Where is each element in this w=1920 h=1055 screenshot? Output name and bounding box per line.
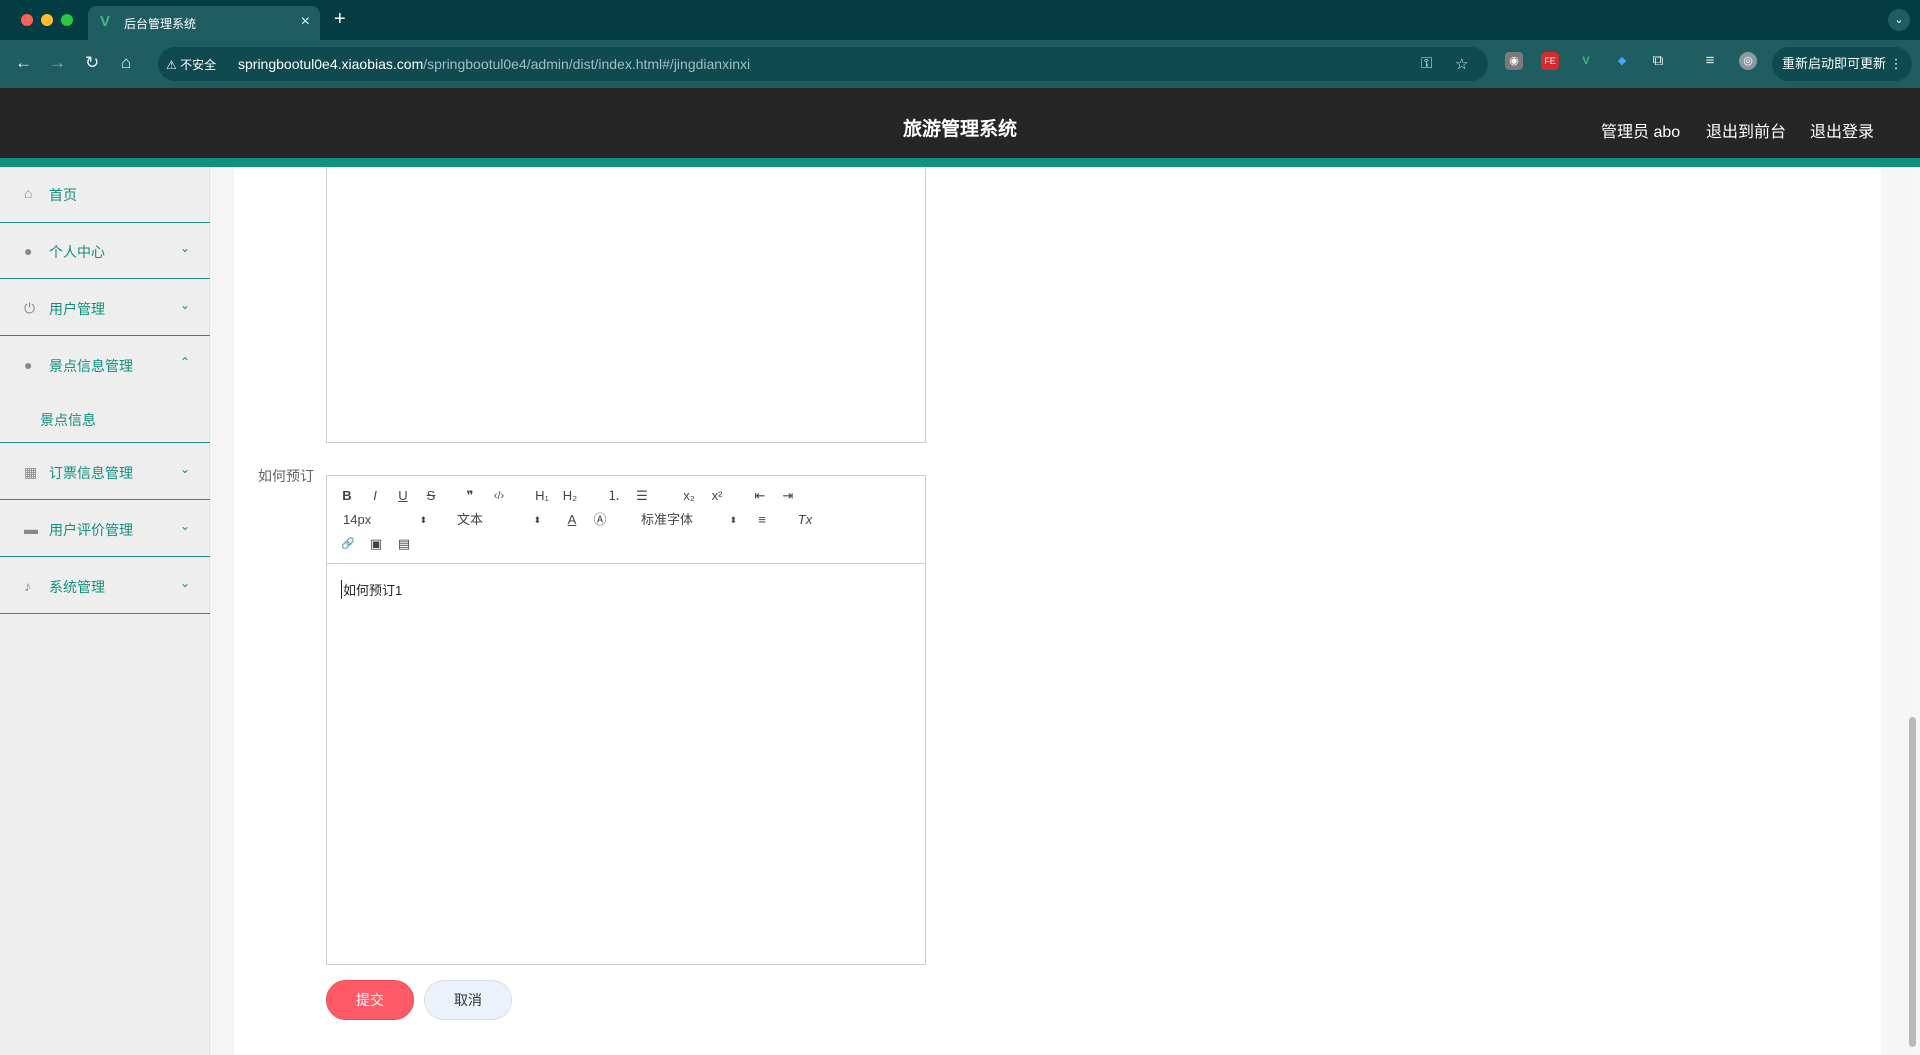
indent-icon[interactable]: ⇥ [779,487,797,505]
italic-icon[interactable]: I [367,487,383,505]
sidebar-item-review-management[interactable]: ▬ 用户评价管理 ⌄ [0,501,210,557]
user-icon: ● [24,243,33,259]
close-window-button[interactable] [21,14,33,26]
forward-icon[interactable]: → [49,53,66,73]
outdent-icon[interactable]: ⇤ [751,487,769,505]
page-scrollbar[interactable] [1905,167,1920,1055]
minimize-window-button[interactable] [41,14,53,26]
sidebar-item-label: 个人中心 [49,244,105,260]
home-icon: ⌂ [24,185,33,201]
sidebar-item-label: 系统管理 [49,579,105,595]
app-header: 旅游管理系统 管理员 abo 退出到前台 退出登录 [0,88,1920,167]
chevron-down-icon: ⌄ [179,519,190,533]
url-text[interactable]: springbootul0e4.xiaobias.com/springbootu… [238,56,750,72]
vue-devtools-icon[interactable]: V [1577,52,1595,70]
tab-search-icon[interactable]: ⌄ [1888,9,1910,31]
heading-2-icon[interactable]: H₂ [559,487,581,505]
admin-user-label: 管理员 abo [1601,124,1681,141]
blockquote-icon[interactable]: ❞ [461,487,479,505]
sidebar-item-profile[interactable]: ● 个人中心 ⌄ [0,223,210,279]
booking-field-label: 如何预订 [258,468,314,484]
font-family-select[interactable]: 标准字体 ⬍ [641,511,737,529]
fe-extension-icon[interactable]: FE [1541,52,1559,70]
bullet-list-icon[interactable]: ☰ [633,487,651,505]
chevron-down-icon: ⌄ [179,241,190,255]
bookmark-star-icon[interactable]: ☆ [1455,55,1468,73]
image-icon[interactable]: ▣ [367,535,385,553]
font-color-icon[interactable]: A [563,511,581,529]
chevron-down-icon: ⌄ [179,462,190,476]
tab-title: 后台管理系统 [124,17,197,31]
sidebar-item-label: 首页 [49,187,77,203]
sidebar-item-label: 订票信息管理 [49,465,133,481]
browser-toolbar: ← → ↻ ⌂ ⚠ 不安全 springbootul0e4.xiaobias.c… [0,40,1920,88]
new-tab-icon[interactable]: + [334,9,346,29]
sidebar-item-label: 用户评价管理 [49,522,133,538]
cancel-button[interactable]: 取消 [424,980,512,1020]
sidebar-subitem-label: 景点信息 [40,412,96,428]
chevron-down-icon: ⌄ [179,576,190,590]
video-icon[interactable]: ▤ [395,535,413,553]
chevron-down-icon: ⌄ [179,298,190,312]
sidebar-item-system-management[interactable]: ♪ 系统管理 ⌄ [0,558,210,614]
scrollbar-thumb[interactable] [1909,717,1916,1047]
user-icon: ● [24,357,33,373]
logout-link[interactable]: 退出登录 [1810,118,1874,142]
back-to-frontend-link[interactable]: 退出到前台 [1706,118,1786,142]
tab-close-icon[interactable]: × [301,13,310,31]
sidebar-item-users[interactable]: ⏻ 用户管理 ⌄ [0,280,210,336]
code-block-icon[interactable]: ‹/› [489,487,509,505]
superscript-icon[interactable]: x² [707,487,727,505]
subscript-icon[interactable]: x₂ [679,487,699,505]
vue-favicon-icon: V [100,13,111,30]
editor-toolbar: B I U S ❞ ‹/› H₁ H₂ ⒈ ☰ x₂ x² ⇤ ⇥ 14px ⬍… [327,476,925,564]
heading-1-icon[interactable]: H₁ [531,487,553,505]
strikethrough-icon[interactable]: S [423,487,439,505]
relaunch-update-button[interactable]: 重新启动即可更新 ⋮ [1772,47,1912,81]
browser-tab-active[interactable]: V 后台管理系统 × [88,6,320,40]
address-bar[interactable]: ⚠ 不安全 springbootul0e4.xiaobias.com/sprin… [158,47,1488,81]
home-icon[interactable]: ⌂ [121,53,131,73]
booking-rich-text-editor: B I U S ❞ ‹/› H₁ H₂ ⒈ ☰ x₂ x² ⇤ ⇥ 14px ⬍… [326,475,926,965]
reload-icon[interactable]: ↻ [85,53,99,73]
insecure-warning[interactable]: ⚠ 不安全 [166,56,216,73]
owl-extension-icon[interactable]: ◉ [1505,52,1523,70]
sidebar: ⌂ 首页 ● 个人中心 ⌄ ⏻ 用户管理 ⌄ ● 景点信息管理 ⌃ 景点信息 ▦… [0,167,210,1055]
sidebar-subitem-scenic-info[interactable]: 景点信息 [0,393,210,443]
grid-icon: ▦ [24,464,38,480]
editor-content[interactable]: 如何预订1 [341,580,402,599]
sidebar-item-label: 景点信息管理 [49,358,133,374]
bold-icon[interactable]: B [339,487,355,505]
select-caret-icon: ⬍ [419,515,427,525]
header-format-select[interactable]: 文本 ⬍ [457,511,541,529]
puzzle-extensions-icon[interactable]: ⧉ [1649,52,1667,70]
previous-editor-body[interactable] [326,167,926,443]
chevron-up-icon: ⌃ [179,355,190,369]
sidebar-item-scenic-management[interactable]: ● 景点信息管理 ⌃ 景点信息 [0,337,210,443]
font-size-select[interactable]: 14px ⬍ [343,511,427,529]
microphone-icon: ♪ [24,578,31,594]
media-control-icon[interactable]: ≡ [1701,52,1719,70]
submit-button[interactable]: 提交 [326,980,414,1020]
select-caret-icon: ⬍ [533,515,541,525]
back-icon[interactable]: ← [15,53,32,73]
ordered-list-icon[interactable]: ⒈ [605,487,623,505]
gem-extension-icon[interactable]: ◆ [1613,52,1631,70]
underline-icon[interactable]: U [395,487,411,505]
link-icon[interactable]: 🔗 [339,535,357,553]
sidebar-item-label: 用户管理 [49,301,105,317]
book-icon: ▬ [24,521,38,537]
sidebar-item-ticket-management[interactable]: ▦ 订票信息管理 ⌄ [0,444,210,500]
sidebar-item-home[interactable]: ⌂ 首页 [0,167,210,223]
main-content: 如何预订 B I U S ❞ ‹/› H₁ H₂ ⒈ ☰ x₂ x² ⇤ ⇥ 1… [234,167,1881,1055]
maximize-window-button[interactable] [61,14,73,26]
background-color-icon[interactable]: Ⓐ [591,511,609,529]
profile-avatar-icon[interactable]: ◎ [1739,52,1757,70]
browser-tab-bar: V 后台管理系统 × + ⌄ [0,0,1920,40]
align-icon[interactable]: ≡ [753,511,771,529]
power-icon: ⏻ [24,300,36,316]
password-key-icon[interactable]: ⚿ [1421,55,1432,72]
select-caret-icon: ⬍ [729,515,737,525]
clear-format-icon[interactable]: Tx [795,511,815,529]
